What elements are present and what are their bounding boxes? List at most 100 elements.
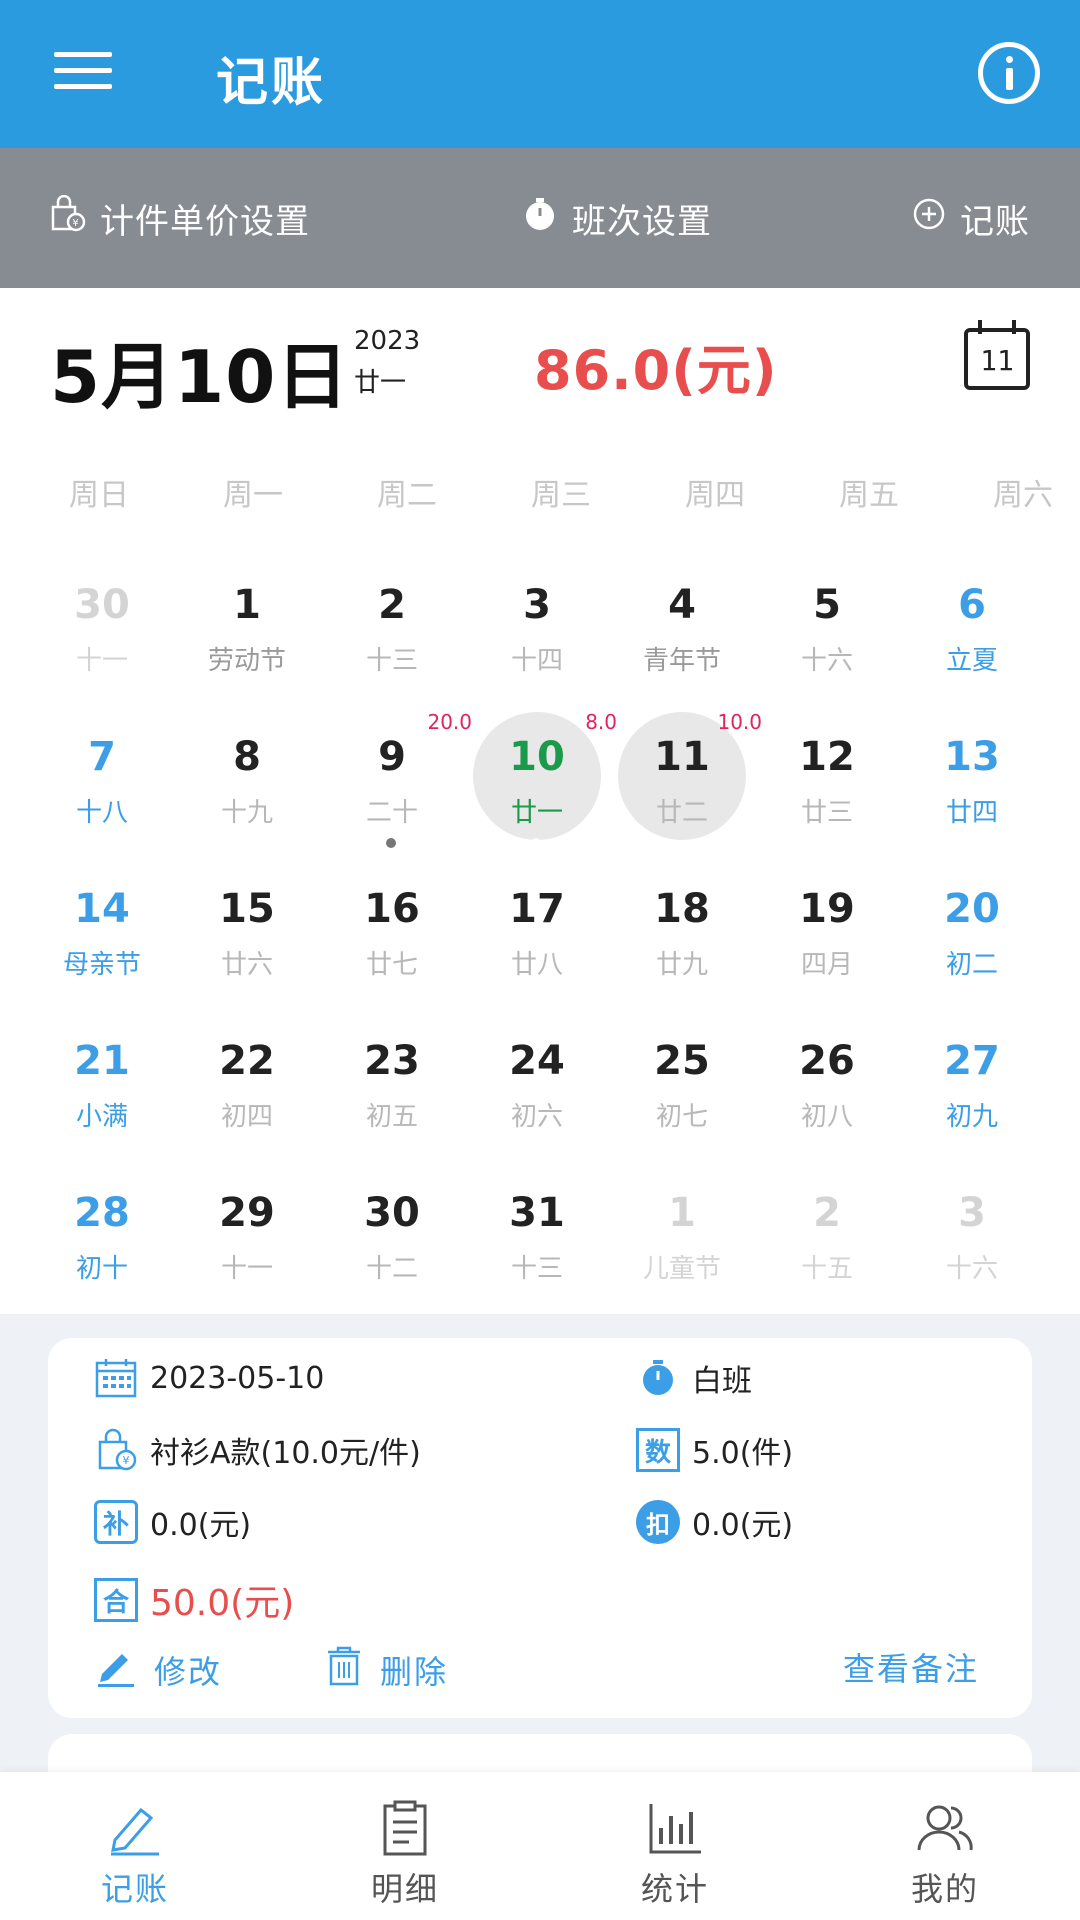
record-indicator-dot — [531, 838, 541, 848]
price-setting-label: 计件单价设置 — [100, 201, 310, 242]
calendar-day[interactable]: 17 廿八 — [465, 864, 609, 1008]
day-number: 6 — [958, 582, 986, 628]
selected-date: 5月10日 — [50, 335, 350, 419]
nav-label: 我的 — [910, 1870, 979, 1908]
nav-tab-details[interactable]: 明细 — [270, 1772, 540, 1920]
day-lunar: 十五 — [800, 1254, 853, 1284]
calendar-day[interactable]: 20 初二 — [900, 864, 1044, 1008]
day-number: 15 — [219, 886, 275, 932]
day-number: 19 — [799, 886, 855, 932]
record-total-row: 合 50.0(元) — [94, 1574, 294, 1626]
view-note-label: 查看备注 — [843, 1650, 980, 1688]
calendar-day[interactable]: 23 初五 — [320, 1016, 464, 1160]
info-icon[interactable] — [978, 42, 1040, 104]
calendar-day[interactable]: 11 廿二 10.0 — [610, 710, 762, 856]
day-lunar: 初九 — [945, 1102, 998, 1132]
day-number: 2 — [378, 582, 406, 628]
users-icon — [917, 1805, 973, 1851]
calendar-day[interactable]: 1 劳动节 — [175, 560, 319, 704]
record-indicator-dot — [386, 838, 396, 848]
timer-icon — [522, 196, 558, 241]
calendar-day[interactable]: 5 十六 — [755, 560, 899, 704]
calendar-day[interactable]: 28 初十 — [30, 1168, 174, 1312]
day-number: 9 — [378, 734, 406, 780]
record-deduction-row: 扣 0.0(元) — [636, 1500, 793, 1544]
calendar-day[interactable]: 7 十八 — [30, 712, 174, 856]
calendar-day[interactable]: 27 初九 — [900, 1016, 1044, 1160]
calendar-day[interactable]: 3 十六 — [900, 1168, 1044, 1312]
calendar-day[interactable]: 9 二十 20.0 — [320, 710, 472, 856]
day-lunar: 初二 — [945, 950, 998, 980]
weekday-label: 周六 — [993, 478, 1053, 513]
nav-tab-bookkeeping[interactable]: 记账 — [0, 1772, 270, 1920]
calendar-grid-icon — [94, 1356, 138, 1400]
calendar-day[interactable]: 19 四月 — [755, 864, 899, 1008]
calendar-day[interactable]: 29 十一 — [175, 1168, 319, 1312]
calendar-day[interactable]: 14 母亲节 — [30, 864, 174, 1008]
edit-button[interactable]: 修改 — [94, 1644, 222, 1696]
calendar-day[interactable]: 1 儿童节 — [610, 1168, 754, 1312]
calendar-day[interactable]: 10 廿一 8.0 — [465, 710, 617, 856]
day-lunar: 廿六 — [220, 950, 273, 980]
weekday-label: 周五 — [839, 478, 899, 513]
view-note-button[interactable]: 查看备注 — [843, 1644, 979, 1690]
nav-tab-statistics[interactable]: 统计 — [540, 1772, 810, 1920]
calendar-day[interactable]: 21 小满 — [30, 1016, 174, 1160]
bar-chart-icon — [649, 1804, 701, 1854]
weekday-label: 周一 — [223, 478, 283, 513]
calendar-day[interactable]: 26 初八 — [755, 1016, 899, 1160]
calendar-day[interactable]: 6 立夏 — [900, 560, 1044, 704]
menu-icon[interactable] — [54, 50, 114, 92]
day-number: 17 — [509, 886, 565, 932]
calendar-day[interactable]: 12 廿三 — [755, 712, 899, 856]
day-lunar: 十四 — [510, 646, 563, 676]
calendar-day[interactable]: 3 十四 — [465, 560, 609, 704]
calendar-day[interactable]: 13 廿四 — [900, 712, 1044, 856]
nav-tab-mine[interactable]: 我的 — [810, 1772, 1080, 1920]
weekday-header: 周日 周一 周二 周三 周四 周五 周六 — [0, 470, 1080, 516]
calendar-day[interactable]: 16 廿七 — [320, 864, 464, 1008]
selected-lunar-date: 廿一 — [354, 368, 407, 398]
clipboard-icon — [383, 1800, 427, 1856]
calendar-day[interactable]: 25 初七 — [610, 1016, 754, 1160]
calendar-day[interactable]: 2 十五 — [755, 1168, 899, 1312]
shift-setting-button[interactable]: 班次设置 — [522, 148, 712, 288]
calendar-day[interactable]: 18 廿九 — [610, 864, 754, 1008]
day-number: 25 — [654, 1038, 710, 1084]
day-number: 4 — [668, 582, 696, 628]
calendar-day[interactable]: 2 十三 — [320, 560, 464, 704]
calendar-day[interactable]: 31 十三 — [465, 1168, 609, 1312]
day-lunar: 十八 — [75, 798, 128, 828]
calendar-day[interactable]: 8 十九 — [175, 712, 319, 856]
calendar-day[interactable]: 30 十二 — [320, 1168, 464, 1312]
day-number: 22 — [219, 1038, 275, 1084]
nav-label: 记账 — [100, 1870, 169, 1908]
record-shift-row: 白班 — [636, 1356, 752, 1400]
day-lunar: 十六 — [800, 646, 853, 676]
day-lunar: 十六 — [945, 1254, 998, 1284]
calendar-day[interactable]: 4 青年节 — [610, 560, 754, 704]
day-lunar: 廿二 — [655, 798, 708, 828]
day-number: 2 — [813, 1190, 841, 1236]
add-record-button[interactable]: 记账 — [912, 148, 1030, 288]
record-total: 50.0(元) — [150, 1583, 295, 1624]
nav-label: 统计 — [640, 1870, 709, 1908]
day-number: 27 — [944, 1038, 1000, 1084]
calendar-grid: 30 十一 1 劳动节 2 十三 3 十四 4 青年节 5 十六 6 立夏 7 十八 8 十九 9 二十 20.0 10 廿… — [0, 560, 1080, 1320]
day-lunar: 十三 — [510, 1254, 563, 1284]
day-lunar: 十二 — [365, 1254, 418, 1284]
calendar-icon[interactable]: 11 — [964, 320, 1030, 390]
day-number: 14 — [74, 886, 130, 932]
price-setting-button[interactable]: ¥ 计件单价设置 — [48, 148, 310, 288]
calendar-day[interactable]: 30 十一 — [30, 560, 174, 704]
calendar-day[interactable]: 24 初六 — [465, 1016, 609, 1160]
calendar-day[interactable]: 15 廿六 — [175, 864, 319, 1008]
total-icon: 合 — [94, 1578, 138, 1622]
day-lunar: 廿八 — [510, 950, 563, 980]
calendar-day[interactable]: 22 初四 — [175, 1016, 319, 1160]
delete-button[interactable]: 删除 — [324, 1644, 448, 1696]
bottom-nav: 记账 明细 统计 我的 — [0, 1772, 1080, 1920]
app-title: 记账 — [216, 53, 327, 113]
day-lunar: 青年节 — [642, 646, 721, 676]
day-number: 18 — [654, 886, 710, 932]
